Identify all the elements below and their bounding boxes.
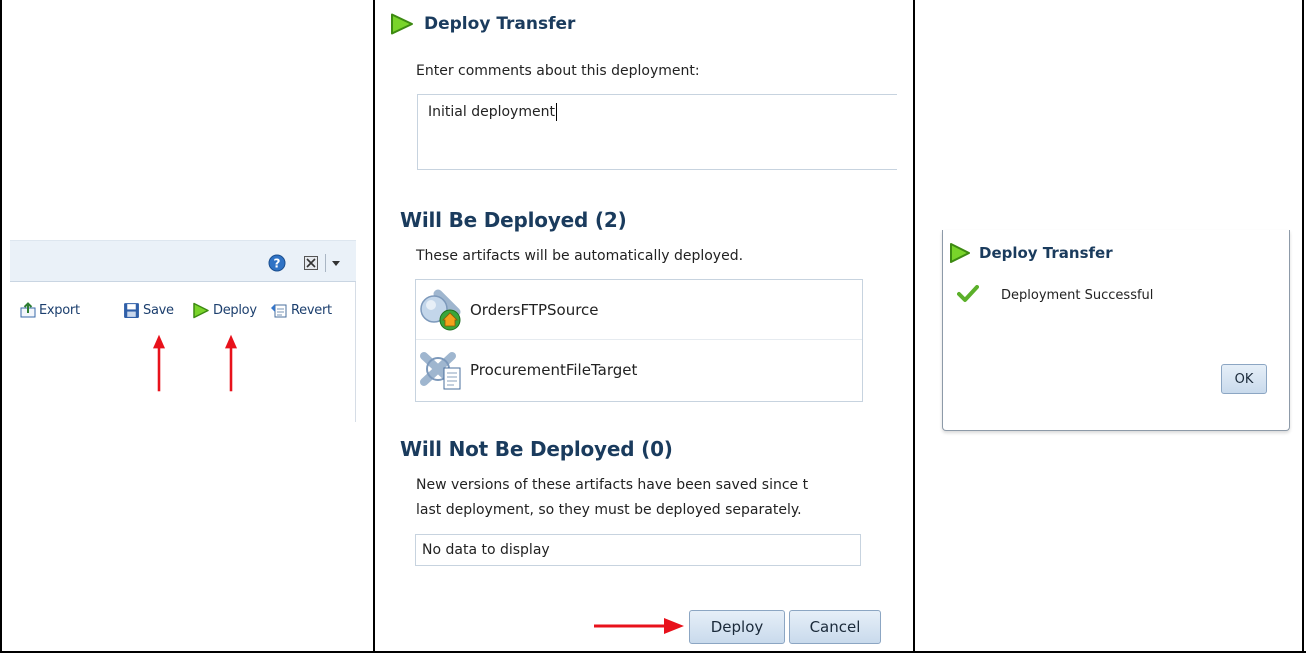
file-target-icon bbox=[420, 351, 461, 389]
export-label: Export bbox=[39, 302, 80, 318]
artifact-name: OrdersFTPSource bbox=[470, 300, 599, 319]
help-icon[interactable]: ? bbox=[268, 254, 286, 272]
empty-table: No data to display bbox=[415, 534, 861, 566]
chevron-down-icon[interactable] bbox=[332, 261, 340, 266]
will-not-deploy-heading: Will Not Be Deployed (0) bbox=[400, 437, 673, 461]
deploy-icon bbox=[193, 302, 209, 318]
text-cursor bbox=[555, 103, 557, 121]
table-border-divider-1 bbox=[373, 0, 375, 653]
deploy-button[interactable]: Deploy bbox=[192, 300, 257, 320]
table-border-right bbox=[1302, 0, 1304, 653]
save-icon bbox=[124, 302, 139, 318]
revert-label: Revert bbox=[291, 302, 332, 318]
comments-label: Enter comments about this deployment: bbox=[416, 63, 700, 79]
deploy-icon bbox=[950, 243, 970, 263]
will-deploy-description: These artifacts will be automatically de… bbox=[416, 248, 744, 264]
save-button[interactable]: Save bbox=[123, 300, 174, 320]
panel-edge bbox=[355, 282, 356, 422]
list-item[interactable]: OrdersFTPSource bbox=[416, 280, 862, 339]
dialog-title: Deploy Transfer bbox=[424, 14, 576, 34]
table-border-divider-2 bbox=[913, 0, 915, 653]
cancel-button[interactable]: Cancel bbox=[789, 610, 881, 644]
export-button[interactable]: Export bbox=[20, 300, 80, 320]
deploy-submit-button[interactable]: Deploy bbox=[689, 610, 785, 644]
toolbar-separator bbox=[325, 254, 326, 272]
deploy-label: Deploy bbox=[213, 302, 257, 318]
arrow-to-save bbox=[153, 334, 165, 392]
save-label: Save bbox=[143, 302, 174, 318]
success-message: Deployment Successful bbox=[1001, 288, 1154, 303]
will-not-deploy-description-line1: New versions of these artifacts have bee… bbox=[416, 477, 809, 493]
arrow-to-deploy-button bbox=[594, 618, 684, 634]
export-icon bbox=[20, 302, 36, 318]
result-dialog: Deploy Transfer Deployment Successful OK bbox=[942, 230, 1290, 431]
artifact-list: OrdersFTPSource ProcurementFileTarget bbox=[415, 279, 863, 402]
comments-value: Initial deployment bbox=[428, 104, 555, 120]
svg-text:?: ? bbox=[274, 257, 281, 271]
revert-button[interactable]: Revert bbox=[270, 300, 332, 320]
ok-button[interactable]: OK bbox=[1221, 364, 1267, 394]
table-border-left bbox=[0, 0, 2, 653]
detach-icon[interactable] bbox=[304, 256, 318, 270]
will-not-deploy-description-line2: last deployment, so they must be deploye… bbox=[416, 502, 802, 518]
ftp-source-icon bbox=[420, 289, 461, 330]
comments-textarea[interactable]: Initial deployment bbox=[417, 94, 897, 170]
will-deploy-heading: Will Be Deployed (2) bbox=[400, 208, 627, 232]
arrow-to-deploy bbox=[225, 334, 237, 392]
result-dialog-title: Deploy Transfer bbox=[979, 244, 1113, 262]
list-item[interactable]: ProcurementFileTarget bbox=[416, 340, 862, 399]
success-check-icon bbox=[957, 285, 979, 302]
artifact-name: ProcurementFileTarget bbox=[470, 360, 638, 379]
revert-icon bbox=[271, 303, 287, 317]
deploy-icon bbox=[391, 13, 413, 35]
